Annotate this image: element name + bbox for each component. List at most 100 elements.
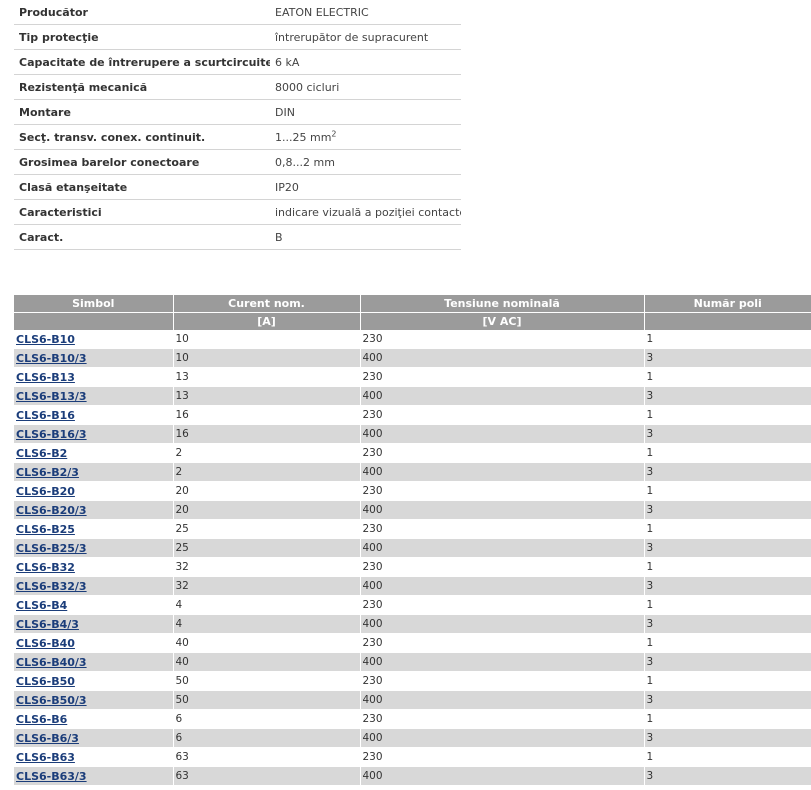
spec-value-text: IP20 (275, 180, 299, 194)
table-row: CLS6-B6/3 6 400 3 (14, 728, 811, 748)
spec-row: Grosimea barelor conectoare 0,8...2 mm (14, 149, 461, 175)
spec-value: 8000 cicluri (270, 74, 461, 100)
product-symbol-link[interactable]: CLS6-B2/3 (16, 466, 79, 479)
product-table-header: Simbol Curent nom. Tensiune nominală Num… (14, 295, 811, 330)
voltage-cell: 230 (359, 747, 644, 767)
product-symbol-link[interactable]: CLS6-B10 (16, 333, 75, 346)
spec-value-text: indicare vizuală a poziţiei contactelor (275, 205, 461, 219)
product-symbol-link[interactable]: CLS6-B2 (16, 447, 67, 460)
voltage-cell: 230 (359, 709, 644, 729)
poles-cell: 1 (643, 747, 811, 767)
product-symbol-link[interactable]: CLS6-B16 (16, 409, 75, 422)
product-symbol-link[interactable]: CLS6-B25 (16, 523, 75, 536)
voltage-cell: 230 (359, 557, 644, 577)
voltage-cell: 400 (359, 728, 644, 748)
spec-row: Producător EATON ELECTRIC (14, 0, 461, 25)
product-symbol-link[interactable]: CLS6-B4 (16, 599, 67, 612)
spec-row: Caracteristici indicare vizuală a poziţie… (14, 199, 461, 225)
symbol-cell: CLS6-B32/3 (14, 576, 173, 596)
poles-cell: 3 (643, 500, 811, 520)
spec-value: indicare vizuală a poziţiei contactelor (270, 199, 461, 225)
symbol-cell: CLS6-B20 (14, 481, 173, 501)
table-row: CLS6-B2 2 230 1 (14, 443, 811, 463)
current-cell: 63 (172, 747, 360, 767)
symbol-cell: CLS6-B2 (14, 443, 173, 463)
table-row: CLS6-B32/3 32 400 3 (14, 576, 811, 596)
poles-cell: 1 (643, 633, 811, 653)
symbol-cell: CLS6-B16/3 (14, 424, 173, 444)
table-row: CLS6-B20 20 230 1 (14, 481, 811, 501)
spec-value: 0,8...2 mm (270, 149, 461, 175)
table-row: CLS6-B50/3 50 400 3 (14, 690, 811, 710)
product-symbol-link[interactable]: CLS6-B32/3 (16, 580, 87, 593)
current-cell: 25 (172, 519, 360, 539)
header-row: Simbol Curent nom. Tensiune nominală Num… (14, 295, 811, 313)
table-row: CLS6-B10 10 230 1 (14, 330, 811, 349)
table-row: CLS6-B40 40 230 1 (14, 633, 811, 653)
current-cell: 40 (172, 652, 360, 672)
product-symbol-link[interactable]: CLS6-B20/3 (16, 504, 87, 517)
table-row: CLS6-B13 13 230 1 (14, 367, 811, 387)
spec-table-body: Producător EATON ELECTRIC Tip protecţie înt… (14, 0, 461, 250)
spec-value: 1...25 mm2 (270, 124, 461, 150)
spec-value: EATON ELECTRIC (270, 0, 461, 25)
product-symbol-link[interactable]: CLS6-B16/3 (16, 428, 87, 441)
table-row: CLS6-B32 32 230 1 (14, 557, 811, 577)
product-symbol-link[interactable]: CLS6-B13 (16, 371, 75, 384)
spec-row: Secţ. transv. conex. continuit. 1...25 mm… (14, 124, 461, 150)
symbol-cell: CLS6-B2/3 (14, 462, 173, 482)
spec-row: Capacitate de întrerupere a scurtcircuit… (14, 49, 461, 75)
voltage-cell: 230 (359, 595, 644, 615)
table-row: CLS6-B20/3 20 400 3 (14, 500, 811, 520)
product-symbol-link[interactable]: CLS6-B50 (16, 675, 75, 688)
symbol-cell: CLS6-B6/3 (14, 728, 173, 748)
table-row: CLS6-B13/3 13 400 3 (14, 386, 811, 406)
poles-cell: 3 (643, 576, 811, 596)
header-symbol: Simbol (14, 295, 173, 313)
poles-cell: 1 (643, 405, 811, 425)
voltage-cell: 400 (359, 576, 644, 596)
product-symbol-link[interactable]: CLS6-B63 (16, 751, 75, 764)
spec-label: Grosimea barelor conectoare (14, 149, 270, 175)
product-symbol-link[interactable]: CLS6-B4/3 (16, 618, 79, 631)
product-symbol-link[interactable]: CLS6-B10/3 (16, 352, 87, 365)
current-cell: 2 (172, 443, 360, 463)
poles-cell: 1 (643, 595, 811, 615)
product-symbol-link[interactable]: CLS6-B32 (16, 561, 75, 574)
voltage-cell: 400 (359, 614, 644, 634)
poles-cell: 3 (643, 538, 811, 558)
product-symbol-link[interactable]: CLS6-B6 (16, 713, 67, 726)
header-current: Curent nom. (172, 295, 360, 313)
current-cell: 25 (172, 538, 360, 558)
current-cell: 32 (172, 557, 360, 577)
spec-value: întrerupător de supracurent (270, 24, 461, 50)
product-symbol-link[interactable]: CLS6-B40/3 (16, 656, 87, 669)
poles-cell: 1 (643, 330, 811, 349)
symbol-cell: CLS6-B10/3 (14, 348, 173, 368)
product-symbol-link[interactable]: CLS6-B13/3 (16, 390, 87, 403)
symbol-cell: CLS6-B63/3 (14, 766, 173, 786)
current-cell: 4 (172, 595, 360, 615)
current-cell: 6 (172, 709, 360, 729)
spec-value: IP20 (270, 174, 461, 200)
poles-cell: 1 (643, 443, 811, 463)
current-cell: 13 (172, 386, 360, 406)
product-symbol-link[interactable]: CLS6-B50/3 (16, 694, 87, 707)
product-symbol-link[interactable]: CLS6-B63/3 (16, 770, 87, 783)
current-cell: 10 (172, 348, 360, 368)
spec-label: Capacitate de întrerupere a scurtcircuit… (14, 49, 270, 75)
spec-label: Tip protecţie (14, 24, 270, 50)
product-table-body: CLS6-B10 10 230 1 CLS6-B10/3 10 400 3 CLS6-B13 13… (14, 330, 811, 786)
symbol-cell: CLS6-B40/3 (14, 652, 173, 672)
product-symbol-link[interactable]: CLS6-B6/3 (16, 732, 79, 745)
voltage-cell: 400 (359, 386, 644, 406)
poles-cell: 1 (643, 709, 811, 729)
spec-value-text: 8000 cicluri (275, 80, 340, 94)
spec-label: Producător (14, 0, 270, 25)
poles-cell: 1 (643, 481, 811, 501)
product-symbol-link[interactable]: CLS6-B20 (16, 485, 75, 498)
product-symbol-link[interactable]: CLS6-B40 (16, 637, 75, 650)
unit-poles (643, 312, 811, 330)
symbol-cell: CLS6-B4/3 (14, 614, 173, 634)
product-symbol-link[interactable]: CLS6-B25/3 (16, 542, 87, 555)
